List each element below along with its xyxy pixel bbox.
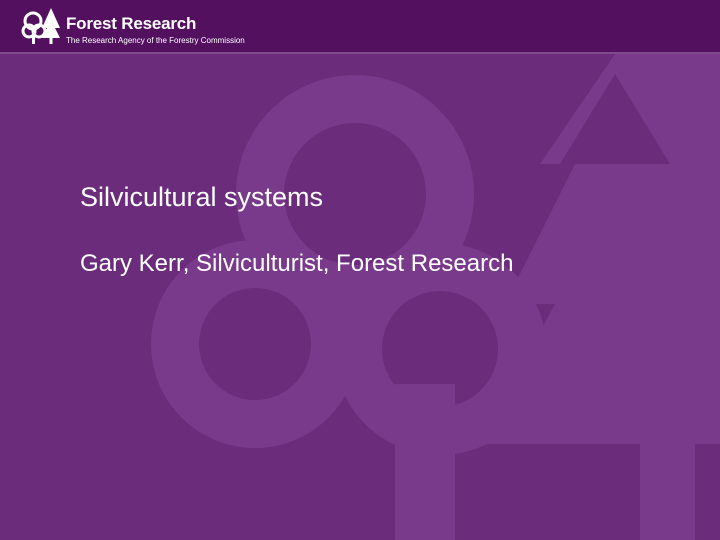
brand-name: Forest Research — [66, 14, 197, 33]
slide-title: Silvicultural systems — [80, 182, 324, 212]
tree-watermark — [151, 54, 720, 540]
brand-tagline: The Research Agency of the Forestry Comm… — [66, 36, 245, 45]
header-bar: Forest Research The Research Agency of t… — [0, 0, 720, 54]
slide-subtitle: Gary Kerr, Silviculturist, Forest Resear… — [80, 250, 514, 277]
tree-logo-icon — [21, 8, 60, 44]
